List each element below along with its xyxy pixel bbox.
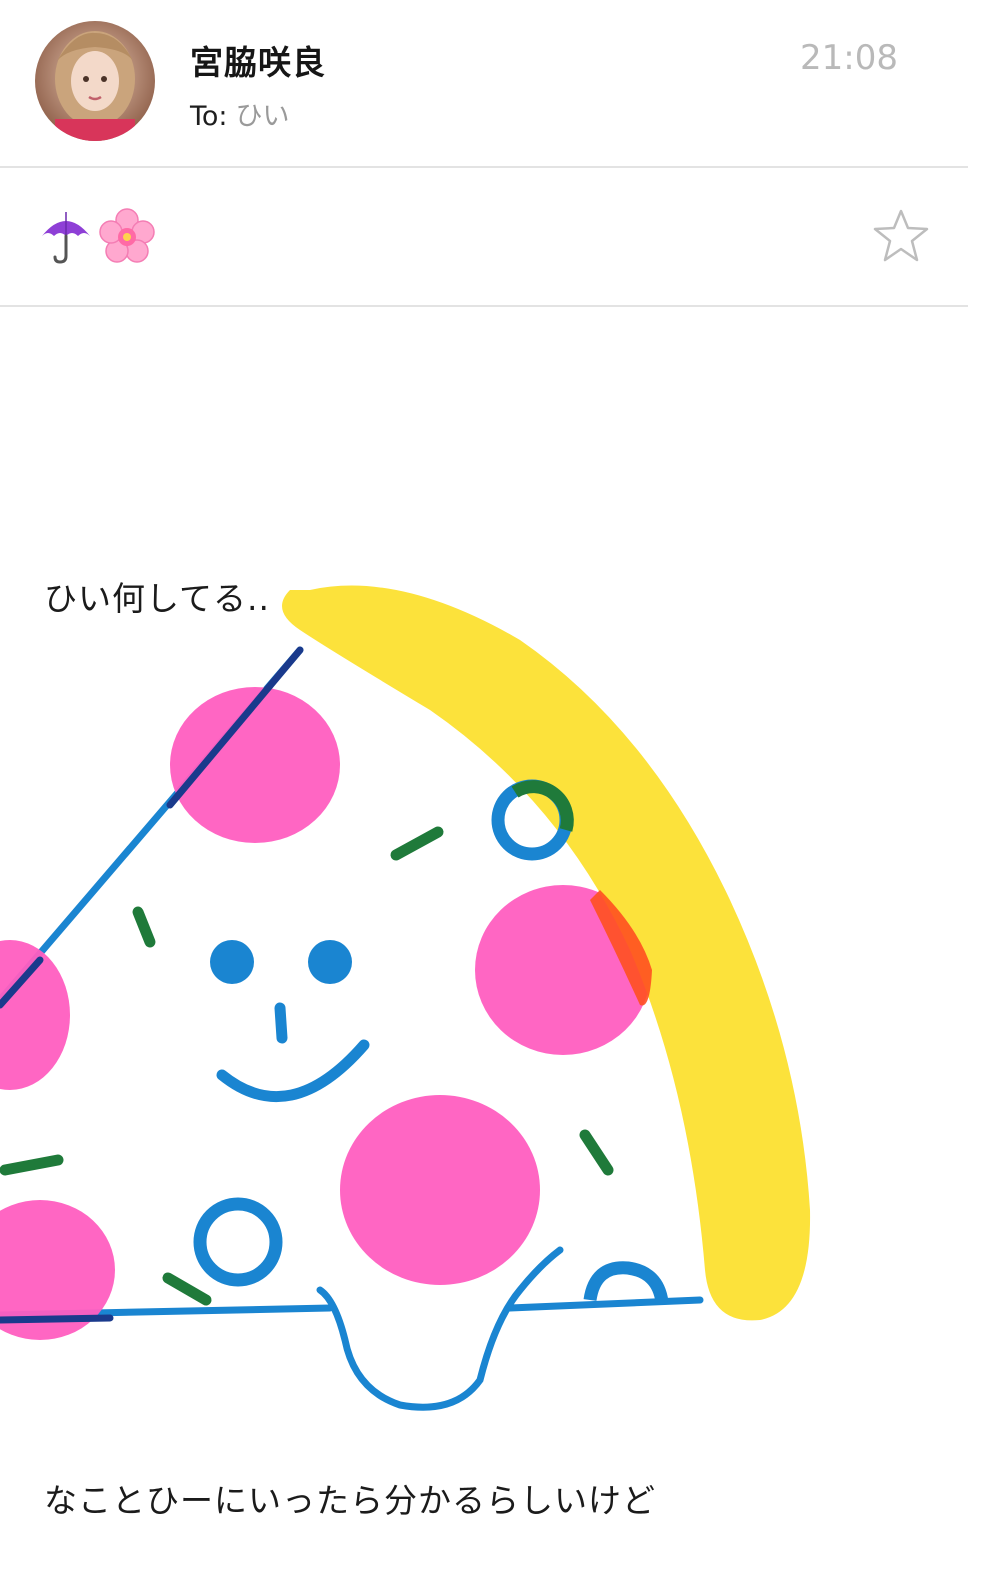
cherry-blossom-icon bbox=[99, 208, 155, 264]
message-time: 21:08 bbox=[800, 38, 898, 78]
avatar[interactable] bbox=[35, 21, 155, 141]
star-icon[interactable] bbox=[872, 208, 930, 264]
subject-bar bbox=[0, 168, 968, 307]
pizza-illustration bbox=[0, 585, 811, 1411]
message-line-2: なことひーにいったら分かるらしいけど bbox=[44, 1481, 656, 1520]
sender-name: 宮脇咲良 bbox=[190, 43, 326, 82]
umbrella-icon bbox=[38, 208, 94, 264]
recipient-name: ひい bbox=[235, 101, 290, 132]
message-header: 宮脇咲良 To: ひい 21:08 bbox=[0, 0, 968, 168]
to-label: To: bbox=[190, 101, 228, 132]
recipient-row: To: ひい bbox=[190, 94, 290, 133]
